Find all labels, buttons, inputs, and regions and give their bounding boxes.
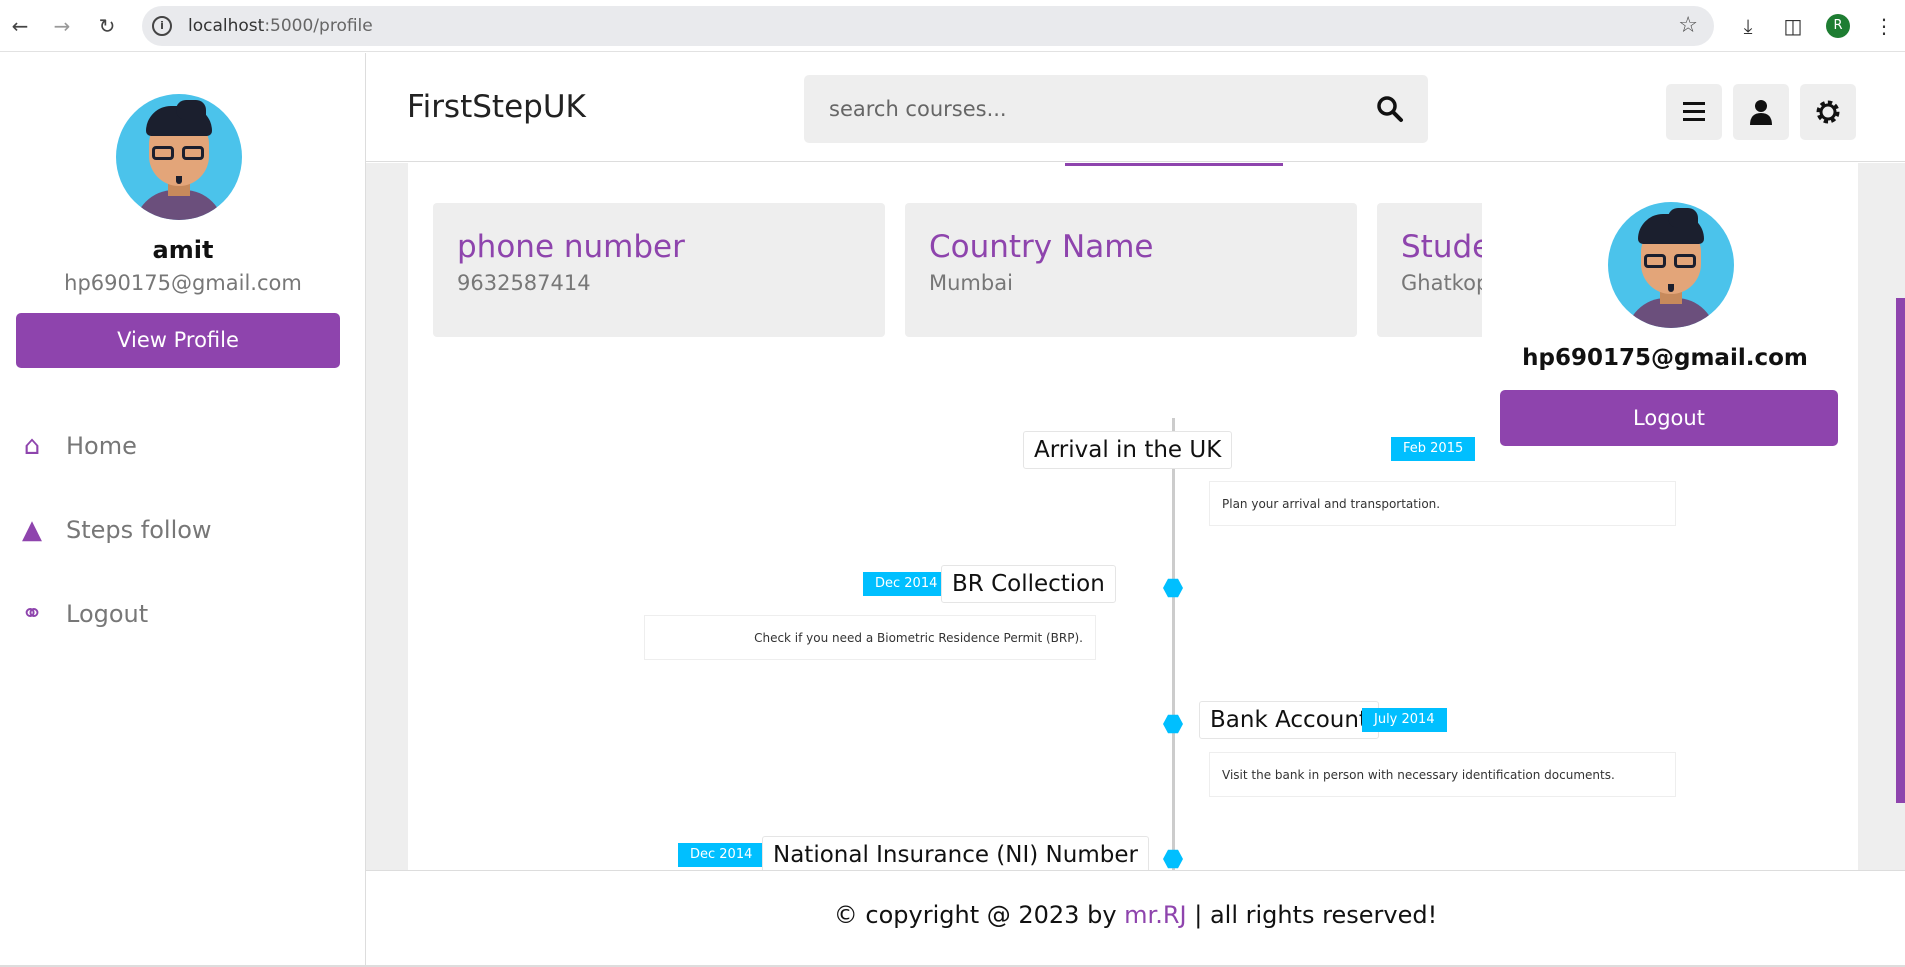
back-arrow-icon[interactable]: ← [8, 14, 32, 38]
info-card-country: Country Name Mumbai [905, 203, 1357, 337]
browser-menu-icon[interactable]: ⋮ [1870, 12, 1898, 40]
side-panel-icon[interactable]: ◫ [1779, 12, 1807, 40]
site-info-icon[interactable]: i [152, 16, 172, 36]
info-cards: phone number 9632587414 Country Name Mum… [433, 203, 1483, 337]
dropdown-user-email: hp690175@gmail.com [1522, 345, 1808, 371]
timeline-item-desc: Plan your arrival and transportation. [1209, 481, 1676, 526]
profile-dropdown: hp690175@gmail.com Logout [1482, 165, 1848, 455]
timeline-item-title: BR Collection [941, 565, 1116, 603]
gear-icon [1816, 100, 1840, 124]
copyright-text: © copyright @ 2023 by mr.RJ | all rights… [833, 901, 1438, 929]
logout-button[interactable]: Logout [1500, 390, 1838, 446]
timeline-line [1172, 418, 1175, 870]
sidebar-item-steps-follow[interactable]: ▲ Steps follow [16, 510, 212, 550]
hamburger-icon [1683, 102, 1705, 121]
card-value: Ghatkopar [1401, 271, 1483, 295]
author-link[interactable]: mr.RJ [1124, 901, 1186, 929]
download-icon[interactable]: ⤓ [1734, 12, 1762, 40]
search-box [804, 75, 1428, 143]
sidebar-avatar [116, 94, 242, 220]
search-icon[interactable] [1376, 95, 1404, 123]
user-icon [1750, 100, 1772, 125]
headset-icon: ⚭ [21, 599, 43, 629]
timeline-item-desc: Check if you need a Biometric Residence … [644, 615, 1096, 660]
timeline-item-title: National Insurance (NI) Number [762, 836, 1149, 870]
search-input[interactable] [804, 75, 1364, 143]
sidebar: amit hp690175@gmail.com View Profile ⌂ H… [0, 53, 366, 967]
card-value: 9632587414 [457, 271, 591, 295]
timeline-dot [1163, 714, 1183, 734]
timeline-dot [1163, 849, 1183, 869]
settings-button[interactable] [1800, 84, 1856, 140]
reload-icon[interactable]: ↻ [95, 14, 119, 38]
forward-arrow-icon[interactable]: → [50, 14, 74, 38]
info-card-phone: phone number 9632587414 [433, 203, 885, 337]
view-profile-button[interactable]: View Profile [16, 313, 340, 368]
sidebar-user-name: amit [152, 236, 214, 264]
timeline-item-title: Arrival in the UK [1023, 431, 1233, 469]
home-icon: ⌂ [23, 431, 41, 461]
timeline-item-date: Dec 2014 [863, 572, 950, 596]
user-button[interactable] [1733, 84, 1789, 140]
sidebar-user-email: hp690175@gmail.com [64, 271, 302, 295]
sidebar-item-label: Logout [66, 600, 149, 628]
card-title: Student [1401, 229, 1483, 265]
brand-logo-text[interactable]: FirstStepUK [407, 89, 586, 125]
top-header: FirstStepUK [366, 53, 1905, 162]
timeline-item-date: July 2014 [1362, 708, 1447, 732]
section-underline [1065, 163, 1283, 166]
timeline-item-date: Feb 2015 [1391, 437, 1476, 461]
sidebar-item-home[interactable]: ⌂ Home [16, 426, 137, 466]
timeline-item-desc: Visit the bank in person with necessary … [1209, 752, 1676, 797]
url-text[interactable]: localhost:5000/profile [188, 16, 373, 36]
timeline-dot [1163, 578, 1183, 598]
graduation-cap-icon: ▲ [22, 515, 42, 545]
timeline-item-title: Bank Account [1199, 701, 1379, 739]
sidebar-item-label: Home [66, 432, 137, 460]
address-bar[interactable]: i localhost:5000/profile ☆ [142, 6, 1714, 46]
card-title: Country Name [929, 229, 1154, 265]
dropdown-avatar [1608, 202, 1734, 328]
timeline-item-date: Dec 2014 [678, 843, 765, 867]
bookmark-star-icon[interactable]: ☆ [1678, 13, 1698, 38]
footer: © copyright @ 2023 by mr.RJ | all rights… [366, 870, 1905, 967]
card-value: Mumbai [929, 271, 1013, 295]
info-card-student: Student Ghatkopar [1377, 203, 1483, 337]
page-scrollbar[interactable] [1896, 298, 1905, 803]
browser-toolbar: ← → ↻ i localhost:5000/profile ☆ ⤓ ◫ R ⋮ [0, 0, 1905, 52]
sidebar-item-label: Steps follow [66, 516, 212, 544]
card-title: phone number [457, 229, 685, 265]
browser-profile-avatar[interactable]: R [1826, 14, 1850, 38]
menu-button[interactable] [1666, 84, 1722, 140]
sidebar-item-logout[interactable]: ⚭ Logout [16, 594, 148, 634]
